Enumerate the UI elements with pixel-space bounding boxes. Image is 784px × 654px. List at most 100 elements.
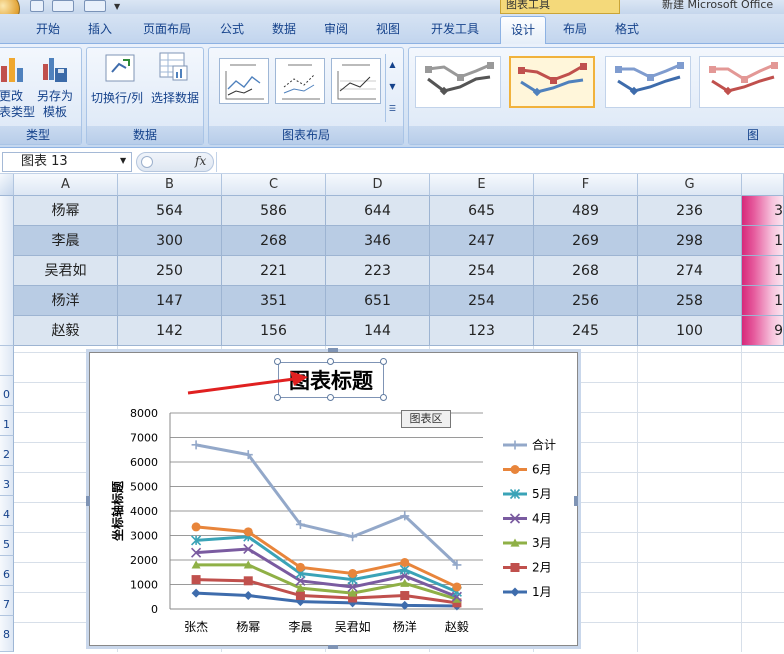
cell-value[interactable]: 351 (222, 286, 326, 316)
tab-developer[interactable]: 开发工具 (416, 14, 494, 44)
column-header-e[interactable]: E (430, 174, 534, 196)
tab-insert[interactable]: 插入 (76, 14, 124, 44)
title-handle[interactable] (380, 358, 387, 365)
title-handle[interactable] (327, 358, 334, 365)
tab-view[interactable]: 视图 (364, 14, 412, 44)
chart-layout-2[interactable] (275, 58, 325, 104)
row-header[interactable]: 4 (0, 496, 14, 526)
chart-resize-handle-top[interactable] (328, 348, 338, 352)
select-all-corner[interactable] (0, 174, 14, 196)
cell-value[interactable]: 247 (430, 226, 534, 256)
column-header-d[interactable]: D (326, 174, 430, 196)
cell-value[interactable]: 221 (222, 256, 326, 286)
cell-value[interactable]: 651 (326, 286, 430, 316)
select-data-label[interactable]: 选择数据 (151, 90, 199, 106)
cell-value[interactable]: 564 (118, 196, 222, 226)
row-header[interactable]: 3 (0, 466, 14, 496)
cell-value[interactable]: 156 (222, 316, 326, 346)
tab-page-layout[interactable]: 页面布局 (130, 14, 204, 44)
cell-value[interactable]: 274 (638, 256, 742, 286)
name-box[interactable]: 图表 13 (2, 152, 132, 172)
cell-value[interactable]: 645 (430, 196, 534, 226)
switch-row-column-label[interactable]: 切换行/列 (91, 90, 143, 106)
row-header[interactable]: 8 (0, 616, 14, 652)
column-header-c[interactable]: C (222, 174, 326, 196)
cell-value[interactable]: 254 (430, 286, 534, 316)
select-data-icon[interactable] (159, 52, 189, 82)
cell-value[interactable]: 346 (326, 226, 430, 256)
cell-name[interactable]: 杨洋 (14, 286, 118, 316)
chart-style-1[interactable] (415, 56, 501, 108)
cell-value[interactable]: 236 (638, 196, 742, 226)
change-chart-type-icon[interactable] (0, 54, 25, 84)
save-icon[interactable] (30, 0, 44, 12)
customize-qat-icon[interactable]: ▼ (114, 2, 128, 12)
cell-value[interactable]: 298 (638, 226, 742, 256)
column-header-a[interactable]: A (14, 174, 118, 196)
cell-value[interactable]: 144 (326, 316, 430, 346)
cell-value[interactable]: 268 (222, 226, 326, 256)
row-header[interactable] (0, 346, 14, 376)
chart-resize-handle-bottom[interactable] (328, 645, 338, 649)
cell-value[interactable]: 268 (534, 256, 638, 286)
title-handle[interactable] (274, 358, 281, 365)
cell-name[interactable]: 吴君如 (14, 256, 118, 286)
cell-databar[interactable]: 1 (742, 256, 784, 286)
cell-value[interactable]: 245 (534, 316, 638, 346)
column-header-b[interactable]: B (118, 174, 222, 196)
cell-value[interactable]: 489 (534, 196, 638, 226)
cell-value[interactable]: 250 (118, 256, 222, 286)
tab-format[interactable]: 格式 (604, 14, 650, 44)
cell-value[interactable]: 123 (430, 316, 534, 346)
cell-name[interactable]: 李晨 (14, 226, 118, 256)
cell-value[interactable]: 644 (326, 196, 430, 226)
redo-icon[interactable] (84, 0, 106, 12)
chart-resize-handle-right[interactable] (574, 496, 578, 506)
chart-style-2-selected[interactable] (509, 56, 595, 108)
chart-layout-1[interactable] (219, 58, 269, 104)
title-handle[interactable] (327, 394, 334, 401)
cell-value[interactable]: 142 (118, 316, 222, 346)
row-header[interactable]: 5 (0, 526, 14, 556)
cell-databar[interactable]: 1 (742, 226, 784, 256)
chart-style-4[interactable] (699, 56, 784, 108)
chart-resize-handle-left[interactable] (86, 496, 90, 506)
chart-style-3[interactable] (605, 56, 691, 108)
cell-value[interactable]: 147 (118, 286, 222, 316)
title-handle[interactable] (380, 394, 387, 401)
formula-toggle-icon[interactable] (141, 156, 153, 168)
undo-icon[interactable] (52, 0, 74, 12)
save-as-template-icon[interactable] (41, 54, 69, 84)
cell-value[interactable]: 254 (430, 256, 534, 286)
cell-value[interactable]: 269 (534, 226, 638, 256)
cell-name[interactable]: 赵毅 (14, 316, 118, 346)
column-header-h[interactable] (742, 174, 784, 196)
tab-formulas[interactable]: 公式 (208, 14, 256, 44)
layout-gallery-scroll[interactable]: ▲ ▼ ☰ (385, 54, 399, 122)
insert-function-button[interactable]: fx (195, 154, 206, 168)
tab-design[interactable]: 设计 (500, 16, 546, 45)
cell-databar[interactable]: 9 (742, 316, 784, 346)
column-header-f[interactable]: F (534, 174, 638, 196)
cell-value[interactable]: 223 (326, 256, 430, 286)
cell-name[interactable]: 杨幂 (14, 196, 118, 226)
cell-value[interactable]: 256 (534, 286, 638, 316)
row-header[interactable]: 2 (0, 436, 14, 466)
cell-databar[interactable]: 1 (742, 286, 784, 316)
save-as-template-label-2[interactable]: 模板 (43, 104, 67, 120)
cell-value[interactable]: 586 (222, 196, 326, 226)
row-header[interactable]: 1 (0, 406, 14, 436)
cell-value[interactable]: 258 (638, 286, 742, 316)
tab-review[interactable]: 审阅 (312, 14, 360, 44)
name-box-dropdown-icon[interactable]: ▼ (120, 156, 126, 165)
save-as-template-label-1[interactable]: 另存为 (37, 88, 73, 104)
tab-home[interactable]: 开始 (24, 14, 72, 44)
formula-input[interactable] (216, 152, 782, 172)
cell-databar[interactable]: 3 (742, 196, 784, 226)
change-chart-type-label-1[interactable]: 更改 (0, 88, 23, 104)
cell-value[interactable]: 300 (118, 226, 222, 256)
cell-value[interactable]: 100 (638, 316, 742, 346)
row-header[interactable]: 7 (0, 586, 14, 616)
row-header[interactable]: 0 (0, 376, 14, 406)
tab-layout[interactable]: 布局 (552, 14, 598, 44)
